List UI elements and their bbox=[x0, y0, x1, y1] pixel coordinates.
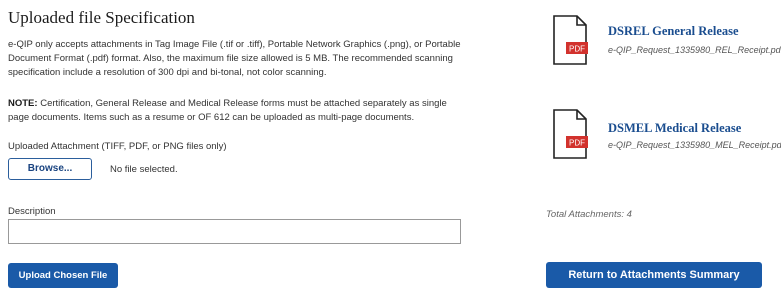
pdf-icon[interactable]: PDF bbox=[550, 108, 590, 160]
attachment-filename: e-QIP_Request_1335980_MEL_Receipt.pdf bbox=[608, 140, 781, 150]
attachment-name-link[interactable]: DSMEL Medical Release bbox=[608, 121, 741, 136]
description-label: Description bbox=[8, 206, 56, 217]
pdf-icon-label: PDF bbox=[569, 139, 585, 148]
browse-button[interactable]: Browse... bbox=[8, 158, 92, 180]
file-spec-text: e-QIP only accepts attachments in Tag Im… bbox=[8, 39, 461, 78]
total-attachments: Total Attachments: 4 bbox=[546, 209, 632, 220]
attachment-name-link[interactable]: DSREL General Release bbox=[608, 24, 739, 39]
no-file-status: No file selected. bbox=[110, 164, 178, 175]
attachment-item: PDF DSMEL Medical Release e-QIP_Request_… bbox=[550, 108, 781, 168]
note-body: Certification, General Release and Medic… bbox=[8, 98, 447, 123]
description-input[interactable] bbox=[8, 219, 461, 244]
page-title: Uploaded file Specification bbox=[8, 8, 195, 27]
note-label: NOTE: bbox=[8, 98, 38, 109]
pdf-icon-label: PDF bbox=[569, 45, 585, 54]
attachment-filename: e-QIP_Request_1335980_REL_Receipt.pdf bbox=[608, 45, 781, 55]
note-text: NOTE: Certification, General Release and… bbox=[8, 97, 468, 125]
attachment-item: PDF DSREL General Release e-QIP_Request_… bbox=[550, 14, 781, 74]
return-to-summary-button[interactable]: Return to Attachments Summary bbox=[546, 262, 762, 288]
upload-chosen-file-button[interactable]: Upload Chosen File bbox=[8, 263, 118, 288]
attachment-label: Uploaded Attachment (TIFF, PDF, or PNG f… bbox=[8, 141, 227, 152]
pdf-icon[interactable]: PDF bbox=[550, 14, 590, 66]
